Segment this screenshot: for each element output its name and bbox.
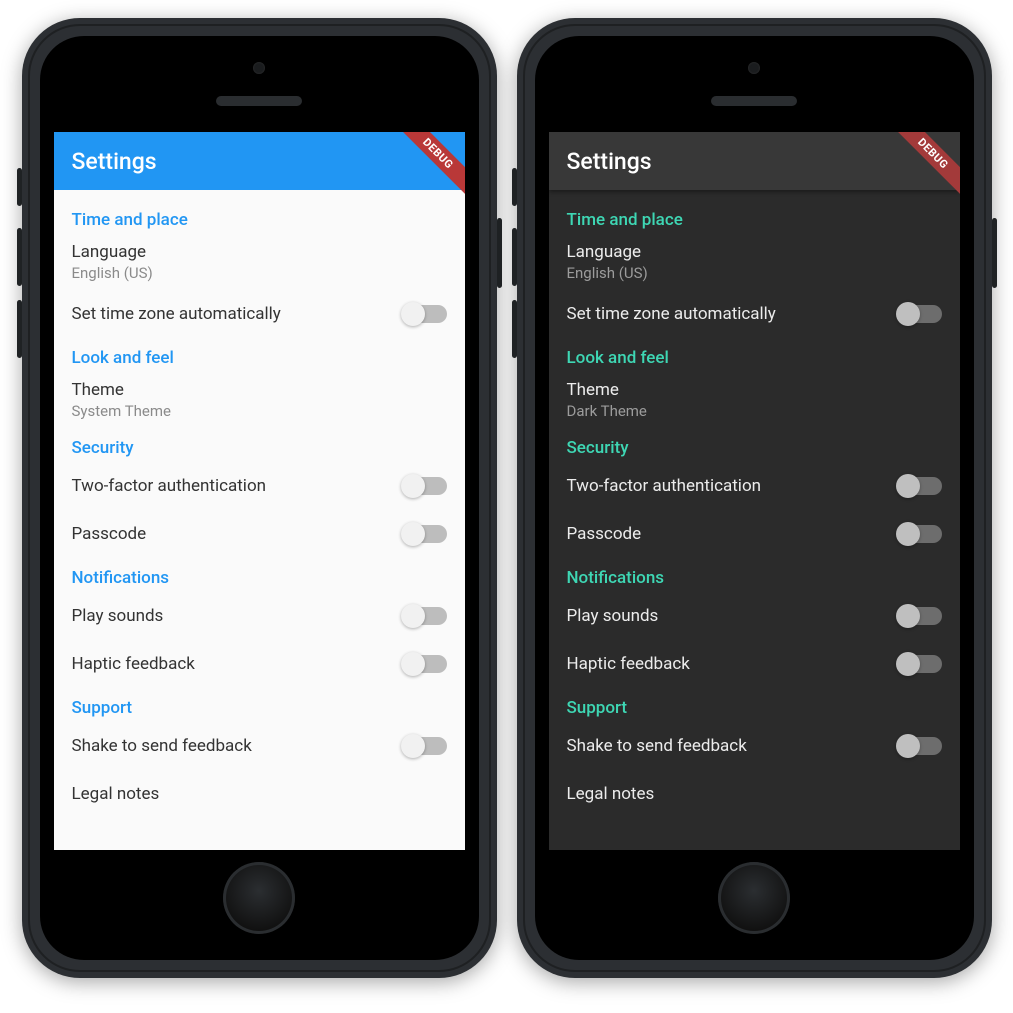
timezone-label: Set time zone automatically: [72, 304, 403, 324]
screen-dark: Settings DEBUG Time and place Language E…: [549, 132, 960, 850]
page-title: Settings: [567, 148, 652, 175]
play-sounds-toggle[interactable]: [898, 607, 942, 625]
passcode-label: Passcode: [72, 524, 403, 544]
section-time-and-place: Time and place: [549, 200, 960, 234]
language-label: Language: [72, 242, 447, 262]
row-haptic[interactable]: Haptic feedback: [549, 640, 960, 688]
row-legal-notes[interactable]: Legal notes: [549, 770, 960, 818]
volume-up-button: [17, 228, 22, 286]
shake-label: Shake to send feedback: [567, 736, 898, 756]
row-passcode[interactable]: Passcode: [54, 510, 465, 558]
timezone-toggle[interactable]: [403, 305, 447, 323]
row-shake-feedback[interactable]: Shake to send feedback: [549, 722, 960, 770]
app-bar: Settings DEBUG: [54, 132, 465, 190]
page-title: Settings: [72, 148, 157, 175]
language-value: English (US): [567, 264, 942, 282]
theme-label: Theme: [567, 380, 942, 400]
row-language[interactable]: Language English (US): [54, 234, 465, 290]
section-look-and-feel: Look and feel: [54, 338, 465, 372]
theme-value: System Theme: [72, 402, 447, 420]
row-theme[interactable]: Theme System Theme: [54, 372, 465, 428]
timezone-label: Set time zone automatically: [567, 304, 898, 324]
twofa-label: Two-factor authentication: [72, 476, 403, 496]
row-legal-notes[interactable]: Legal notes: [54, 770, 465, 818]
section-notifications: Notifications: [549, 558, 960, 592]
shake-label: Shake to send feedback: [72, 736, 403, 756]
side-button: [17, 168, 22, 206]
settings-list[interactable]: Time and place Language English (US) Set…: [54, 190, 465, 818]
language-value: English (US): [72, 264, 447, 282]
earpiece: [711, 96, 797, 106]
phone-dark: Settings DEBUG Time and place Language E…: [517, 18, 992, 978]
row-twofa[interactable]: Two-factor authentication: [549, 462, 960, 510]
earpiece: [216, 96, 302, 106]
twofa-label: Two-factor authentication: [567, 476, 898, 496]
screen-light: Settings DEBUG Time and place Language E…: [54, 132, 465, 850]
shake-toggle[interactable]: [403, 737, 447, 755]
twofa-toggle[interactable]: [403, 477, 447, 495]
section-security: Security: [54, 428, 465, 462]
section-security: Security: [549, 428, 960, 462]
row-timezone[interactable]: Set time zone automatically: [549, 290, 960, 338]
row-language[interactable]: Language English (US): [549, 234, 960, 290]
row-theme[interactable]: Theme Dark Theme: [549, 372, 960, 428]
haptic-label: Haptic feedback: [72, 654, 403, 674]
section-time-and-place: Time and place: [54, 200, 465, 234]
legal-label: Legal notes: [72, 784, 447, 804]
legal-label: Legal notes: [567, 784, 942, 804]
power-button: [497, 218, 502, 288]
haptic-label: Haptic feedback: [567, 654, 898, 674]
front-camera: [748, 62, 760, 74]
row-play-sounds[interactable]: Play sounds: [549, 592, 960, 640]
home-button: [223, 862, 295, 934]
theme-value: Dark Theme: [567, 402, 942, 420]
row-passcode[interactable]: Passcode: [549, 510, 960, 558]
volume-down-button: [17, 300, 22, 358]
volume-down-button: [512, 300, 517, 358]
passcode-label: Passcode: [567, 524, 898, 544]
haptic-toggle[interactable]: [898, 655, 942, 673]
passcode-toggle[interactable]: [403, 525, 447, 543]
theme-label: Theme: [72, 380, 447, 400]
section-support: Support: [54, 688, 465, 722]
haptic-toggle[interactable]: [403, 655, 447, 673]
play-sounds-toggle[interactable]: [403, 607, 447, 625]
power-button: [992, 218, 997, 288]
row-shake-feedback[interactable]: Shake to send feedback: [54, 722, 465, 770]
home-button: [718, 862, 790, 934]
settings-list[interactable]: Time and place Language English (US) Set…: [549, 190, 960, 818]
side-button: [512, 168, 517, 206]
language-label: Language: [567, 242, 942, 262]
row-haptic[interactable]: Haptic feedback: [54, 640, 465, 688]
row-timezone[interactable]: Set time zone automatically: [54, 290, 465, 338]
play-sounds-label: Play sounds: [72, 606, 403, 626]
shake-toggle[interactable]: [898, 737, 942, 755]
volume-up-button: [512, 228, 517, 286]
play-sounds-label: Play sounds: [567, 606, 898, 626]
front-camera: [253, 62, 265, 74]
phone-light: Settings DEBUG Time and place Language E…: [22, 18, 497, 978]
section-look-and-feel: Look and feel: [549, 338, 960, 372]
app-bar: Settings DEBUG: [549, 132, 960, 190]
row-play-sounds[interactable]: Play sounds: [54, 592, 465, 640]
section-notifications: Notifications: [54, 558, 465, 592]
section-support: Support: [549, 688, 960, 722]
row-twofa[interactable]: Two-factor authentication: [54, 462, 465, 510]
timezone-toggle[interactable]: [898, 305, 942, 323]
passcode-toggle[interactable]: [898, 525, 942, 543]
twofa-toggle[interactable]: [898, 477, 942, 495]
